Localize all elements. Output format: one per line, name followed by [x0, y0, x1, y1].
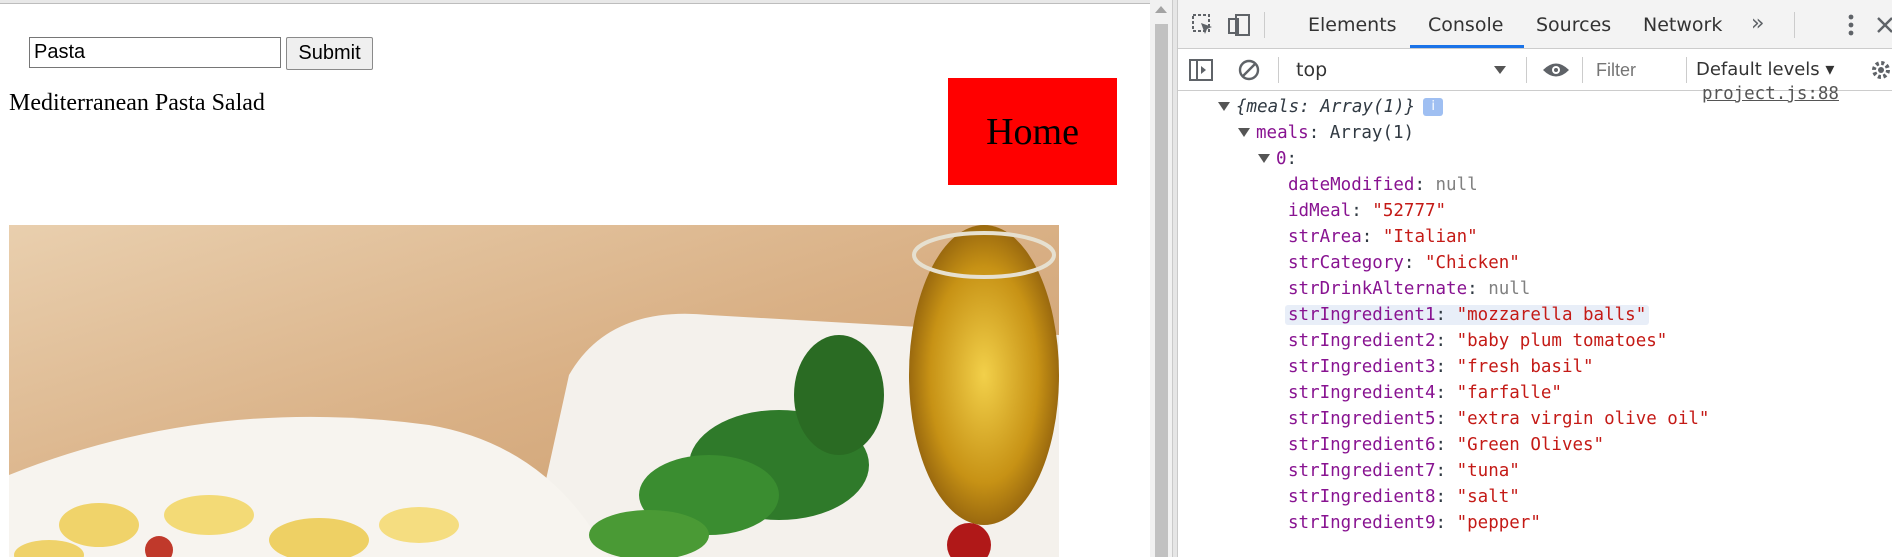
meal-title: Mediterranean Pasta Salad: [9, 90, 265, 116]
property-row[interactable]: idMeal: "52777": [1288, 198, 1446, 224]
info-icon[interactable]: i: [1423, 98, 1444, 116]
tab-network[interactable]: Network: [1643, 0, 1722, 48]
toolbar-divider: [1526, 57, 1527, 83]
page-top-border: [0, 0, 1150, 4]
property-row[interactable]: strIngredient2: "baby plum tomatoes": [1288, 328, 1667, 354]
close-icon[interactable]: [1872, 12, 1892, 38]
clear-console-icon[interactable]: [1236, 57, 1262, 83]
property-row-highlighted[interactable]: strIngredient1: "mozzarella balls": [1285, 302, 1650, 328]
log-root-object[interactable]: {meals: Array(1)} i: [1218, 94, 1444, 120]
devtools-tabbar: Elements Console Sources Network »: [1178, 0, 1892, 49]
property-row[interactable]: strCategory: "Chicken": [1288, 250, 1520, 276]
toolbar-divider: [1794, 12, 1795, 38]
scroll-up-arrow-icon[interactable]: [1155, 6, 1167, 13]
active-tab-indicator: [1410, 45, 1524, 48]
property-row[interactable]: strIngredient4: "farfalle": [1288, 380, 1562, 406]
submit-button[interactable]: Submit: [286, 37, 373, 70]
property-row[interactable]: dateModified: null: [1288, 172, 1478, 198]
toolbar-divider: [1582, 57, 1583, 83]
kebab-menu-icon[interactable]: [1838, 12, 1864, 38]
property-row[interactable]: strArea: "Italian": [1288, 224, 1478, 250]
toolbar-divider: [1686, 57, 1687, 83]
chevron-down-icon: [1494, 66, 1506, 74]
meals-property[interactable]: meals: Array(1): [1238, 120, 1414, 146]
property-row[interactable]: strDrinkAlternate: null: [1288, 276, 1530, 302]
page-scrollbar[interactable]: [1150, 0, 1172, 557]
property-row[interactable]: strIngredient3: "fresh basil": [1288, 354, 1594, 380]
tab-sources[interactable]: Sources: [1536, 0, 1611, 48]
property-row[interactable]: strIngredient5: "extra virgin olive oil": [1288, 406, 1709, 432]
tab-console[interactable]: Console: [1428, 0, 1503, 48]
show-sidebar-icon[interactable]: [1188, 57, 1214, 83]
web-page: Submit Mediterranean Pasta Salad Home: [0, 0, 1150, 557]
device-toolbar-icon[interactable]: [1226, 12, 1252, 38]
more-tabs-icon[interactable]: »: [1751, 0, 1764, 48]
search-input[interactable]: [29, 37, 281, 68]
toolbar-divider: [1278, 57, 1279, 83]
expand-triangle-icon[interactable]: [1238, 127, 1250, 137]
context-select-value: top: [1296, 59, 1328, 81]
console-output: project.js:88 {meals: Array(1)} i meals: …: [1178, 84, 1892, 557]
eye-icon[interactable]: [1540, 57, 1572, 83]
log-levels-select[interactable]: Default levels ▾: [1696, 55, 1846, 85]
toolbar-divider: [1264, 12, 1265, 38]
inspect-element-icon[interactable]: [1190, 12, 1216, 38]
property-row[interactable]: strIngredient7: "tuna": [1288, 458, 1520, 484]
tab-elements[interactable]: Elements: [1308, 0, 1397, 48]
home-button[interactable]: Home: [948, 78, 1117, 185]
home-button-label: Home: [986, 110, 1079, 153]
source-link[interactable]: project.js:88: [1702, 84, 1839, 104]
context-select[interactable]: top: [1296, 57, 1512, 83]
meal-image: [9, 225, 1059, 557]
devtools-panel: Elements Console Sources Network » top F…: [1178, 0, 1892, 557]
property-row[interactable]: strIngredient8: "salt": [1288, 484, 1520, 510]
expand-triangle-icon[interactable]: [1218, 101, 1230, 111]
meal-index-property[interactable]: 0:: [1258, 146, 1297, 172]
expand-triangle-icon[interactable]: [1258, 153, 1270, 163]
gear-icon[interactable]: [1868, 57, 1892, 83]
filter-input[interactable]: [1592, 55, 1682, 85]
property-row[interactable]: strIngredient6: "Green Olives": [1288, 432, 1604, 458]
scrollbar-thumb[interactable]: [1155, 24, 1168, 557]
property-row[interactable]: strIngredient9: "pepper": [1288, 510, 1541, 536]
